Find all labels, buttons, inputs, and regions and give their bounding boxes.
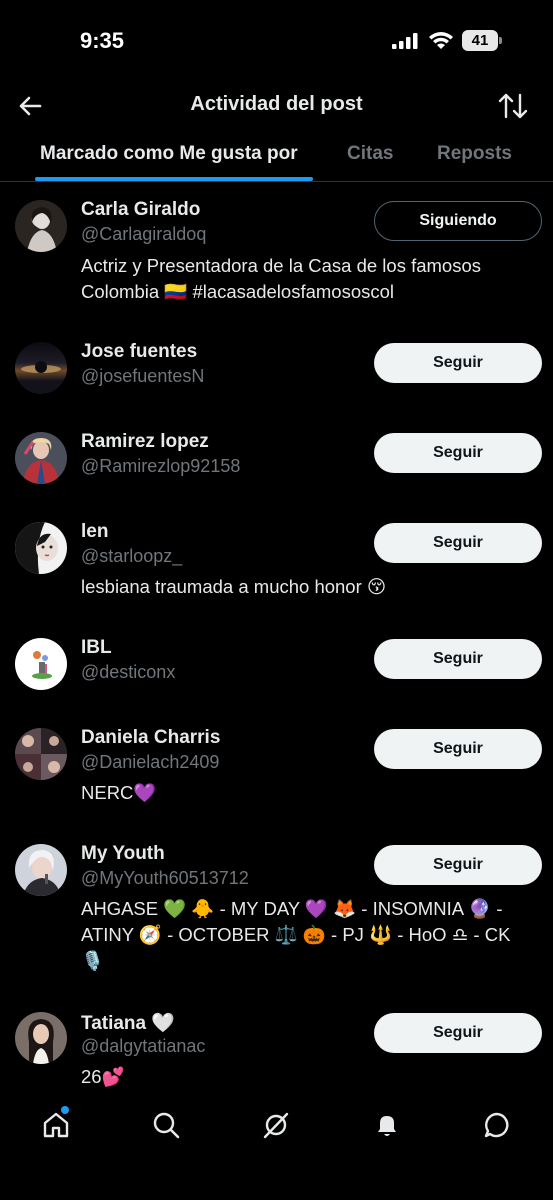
- user-handle[interactable]: @desticonx: [81, 662, 175, 683]
- user-name[interactable]: len: [81, 521, 108, 543]
- bio-line: AHGASE 💚 🐥 - MY DAY 💜 🦊 - INSOMNIA 🔮 -: [81, 898, 503, 919]
- user-bio: NERC💜: [81, 780, 536, 806]
- user-name[interactable]: Ramirez lopez: [81, 431, 209, 453]
- notification-dot: [61, 1106, 69, 1114]
- wifi-icon: [429, 32, 453, 49]
- bio-line: ATINY 🧭 - OCTOBER ⚖️ 🎃 - PJ 🔱 - HoO ♎ - …: [81, 924, 511, 945]
- bio-line: Actriz y Presentadora de la Casa de los …: [81, 255, 481, 276]
- follow-button[interactable]: Seguir: [374, 343, 542, 383]
- user-name[interactable]: Jose fuentes: [81, 341, 197, 363]
- user-handle[interactable]: @starloopz_: [81, 546, 182, 567]
- bio-line: Colombia 🇨🇴 #lacasadelosfamososcol: [81, 281, 395, 302]
- page-title: Actividad del post: [190, 93, 363, 115]
- follow-button[interactable]: Seguir: [374, 523, 542, 563]
- bottom-navigation: [0, 1096, 553, 1200]
- sort-arrows-icon[interactable]: [496, 90, 530, 122]
- follow-button[interactable]: Seguir: [374, 729, 542, 769]
- user-name[interactable]: Daniela Charris: [81, 727, 220, 749]
- user-handle[interactable]: @Ramirezlop92158: [81, 456, 240, 477]
- status-time: 9:35: [80, 28, 125, 53]
- home-icon[interactable]: [41, 1110, 71, 1140]
- bell-icon[interactable]: [372, 1110, 402, 1140]
- avatar[interactable]: [15, 728, 67, 780]
- active-tab-indicator: [35, 177, 313, 181]
- cellular-signal-icon: [392, 33, 418, 49]
- user-bio: lesbiana traumada a mucho honor 😚: [81, 574, 536, 600]
- avatar[interactable]: [15, 342, 67, 394]
- bio-line: NERC💜: [81, 782, 157, 803]
- user-bio: 26💕: [81, 1064, 536, 1090]
- status-bar: 9:35 41: [0, 0, 553, 80]
- tab-likes[interactable]: Marcado como Me gusta por: [40, 143, 298, 165]
- following-button[interactable]: Siguiendo: [374, 201, 542, 241]
- follow-button[interactable]: Seguir: [374, 845, 542, 885]
- avatar[interactable]: [15, 432, 67, 484]
- user-handle[interactable]: @MyYouth60513712: [81, 868, 249, 889]
- user-handle[interactable]: @Carlagiraldoq: [81, 224, 206, 245]
- tab-quotes[interactable]: Citas: [347, 143, 393, 165]
- user-handle[interactable]: @dalgytatianac: [81, 1036, 205, 1057]
- user-name[interactable]: Carla Giraldo: [81, 199, 200, 221]
- user-bio: Actriz y Presentadora de la Casa de los …: [81, 253, 536, 305]
- avatar[interactable]: [15, 522, 67, 574]
- tab-bar: Marcado como Me gusta por Citas Reposts: [0, 132, 553, 182]
- avatar[interactable]: [15, 638, 67, 690]
- user-name[interactable]: Tatiana 🤍: [81, 1011, 175, 1035]
- avatar[interactable]: [15, 200, 67, 252]
- tab-reposts[interactable]: Reposts: [437, 143, 512, 165]
- user-name[interactable]: IBL: [81, 637, 112, 659]
- battery-icon: 41: [462, 30, 502, 51]
- messages-icon[interactable]: [482, 1110, 512, 1140]
- follow-button[interactable]: Seguir: [374, 639, 542, 679]
- follow-button[interactable]: Seguir: [374, 433, 542, 473]
- bio-line: 🎙️: [81, 950, 105, 971]
- bio-line: lesbiana traumada a mucho honor 😚: [81, 576, 387, 597]
- grok-icon[interactable]: [261, 1110, 291, 1140]
- avatar[interactable]: [15, 844, 67, 896]
- search-icon[interactable]: [151, 1110, 181, 1140]
- follow-button[interactable]: Seguir: [374, 1013, 542, 1053]
- top-header: Actividad del post: [0, 80, 553, 132]
- user-bio: AHGASE 💚 🐥 - MY DAY 💜 🦊 - INSOMNIA 🔮 - A…: [81, 896, 536, 974]
- user-handle[interactable]: @josefuentesN: [81, 366, 204, 387]
- battery-level: 41: [462, 30, 498, 51]
- bio-line: 26💕: [81, 1066, 125, 1087]
- avatar[interactable]: [15, 1012, 67, 1064]
- user-handle[interactable]: @Danielach2409: [81, 752, 219, 773]
- user-name[interactable]: My Youth: [81, 843, 165, 865]
